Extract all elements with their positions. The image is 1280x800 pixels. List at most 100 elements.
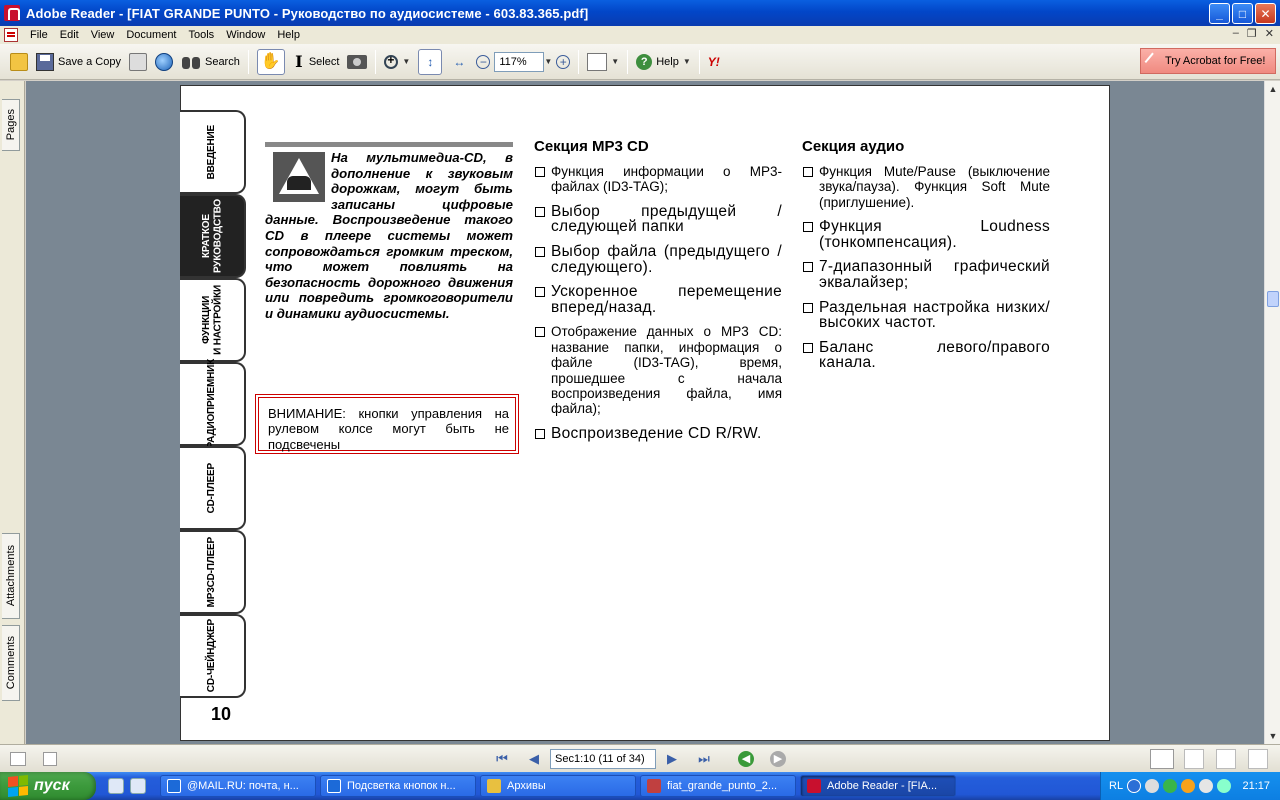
ie-icon <box>167 779 181 793</box>
document-icon <box>43 752 57 766</box>
single-page-icon <box>1150 749 1174 769</box>
pdf-document-icon[interactable] <box>4 28 18 42</box>
menu-window[interactable]: Window <box>220 29 271 41</box>
print-button[interactable] <box>125 48 151 76</box>
taskbar-item-archives[interactable]: Архивы <box>480 775 636 797</box>
help-button[interactable]: ? Help ▼ <box>632 48 695 76</box>
system-tray: RL 21:17 <box>1100 772 1280 800</box>
feather-icon <box>1144 52 1162 70</box>
first-page-button[interactable]: ⏮ <box>492 749 512 769</box>
vertical-scrollbar[interactable]: ▲ ▼ <box>1264 81 1280 744</box>
menu-tools[interactable]: Tools <box>183 29 221 41</box>
previous-page-button[interactable]: ◀ <box>524 749 544 769</box>
single-page-view-button[interactable] <box>1150 749 1174 769</box>
chapter-tab-radio: РАДИОПРИЕМНИК <box>180 359 246 449</box>
window-title: Adobe Reader - [FIAT GRANDE PUNTO - Руко… <box>26 5 589 21</box>
zoom-plus-icon: + <box>556 54 571 69</box>
taskbar-item-forum[interactable]: Подсветка кнопок н... <box>320 775 476 797</box>
start-button[interactable]: пуск <box>0 772 96 800</box>
facing-view-button[interactable] <box>1216 749 1236 769</box>
pages-tab-label: Pages <box>4 109 17 141</box>
menu-view[interactable]: View <box>85 29 121 41</box>
wifi-icon[interactable] <box>1217 779 1232 793</box>
menu-edit[interactable]: Edit <box>54 29 85 41</box>
tray-app-icon[interactable] <box>1145 779 1160 793</box>
maximize-button[interactable]: □ <box>1232 3 1253 24</box>
yahoo-icon: Y! <box>707 54 720 69</box>
tray-expand-icon[interactable] <box>1127 779 1142 793</box>
zoom-input[interactable] <box>494 51 545 72</box>
zoom-dropdown-icon[interactable]: ▼ <box>544 57 552 66</box>
windows-flag-icon <box>8 774 28 798</box>
toolbar-separator <box>578 49 580 74</box>
snapshot-button[interactable] <box>343 48 371 76</box>
language-indicator[interactable]: RL <box>1109 780 1123 792</box>
list-item: Функция Loudness (тонкомпенсация). <box>802 219 1050 250</box>
taskbar-item-mail[interactable]: @MAIL.RU: почта, н... <box>160 775 316 797</box>
try-acrobat-button[interactable]: Try Acrobat for Free! <box>1140 48 1276 74</box>
quick-launch <box>108 778 156 794</box>
save-disk-icon <box>36 52 54 71</box>
mp3-section: Секция MP3 CD Функция информации о МР3-ф… <box>534 138 782 450</box>
menu-document[interactable]: Document <box>120 29 182 41</box>
list-item: Выбор файла (предыдущего / следующего). <box>534 244 782 275</box>
menu-help[interactable]: Help <box>271 29 306 41</box>
forward-arrow-icon: ▶ <box>770 751 786 767</box>
mp3-feature-list: Функция информации о МР3-файлах (ID3-TAG… <box>534 164 782 441</box>
notice-text: ВНИМАНИЕ: кнопки управления на рулевом к… <box>258 397 516 452</box>
document-window-controls: – ❐ ✕ <box>1233 27 1274 40</box>
taskbar-item-adobe-reader[interactable]: Adobe Reader - [FIA... <box>800 775 956 797</box>
scroll-thumb[interactable] <box>1267 291 1279 307</box>
pdf-page: ВВЕДЕНИЕ КРАТКОЕ РУКОВОДСТВО ФУНКЦИИ И Н… <box>180 85 1110 741</box>
help-icon: ? <box>636 53 653 70</box>
attachments-tab-label: Attachments <box>4 545 17 607</box>
menu-file[interactable]: File <box>24 29 54 41</box>
scroll-down-icon[interactable]: ▼ <box>1267 730 1279 742</box>
desktop-icon[interactable] <box>130 778 146 794</box>
page-number-field[interactable] <box>550 749 656 769</box>
scroll-up-icon[interactable]: ▲ <box>1267 83 1279 95</box>
select-tool-button[interactable]: I Select <box>289 48 344 76</box>
hand-tool-button[interactable]: ✋ <box>253 48 289 76</box>
clock: 21:17 <box>1242 780 1270 792</box>
mail-agent-icon[interactable] <box>1181 779 1196 793</box>
pages-tab[interactable]: Pages <box>2 99 20 151</box>
yahoo-button[interactable]: Y! <box>704 48 744 76</box>
status-options-button[interactable] <box>40 749 60 769</box>
zoom-in-tool-button[interactable]: ▼ <box>380 48 414 76</box>
chevron-down-icon: ▼ <box>402 57 411 66</box>
open-button[interactable] <box>6 48 32 76</box>
last-page-button[interactable]: ⏭ <box>694 749 714 769</box>
folder-icon <box>487 779 501 793</box>
media-player-icon[interactable] <box>108 778 124 794</box>
save-copy-button[interactable]: Save a Copy <box>32 48 125 76</box>
page-layout-button[interactable]: ▼ <box>583 48 623 76</box>
network-icon[interactable] <box>1199 779 1214 793</box>
fit-width-button[interactable]: ↔ <box>446 48 472 76</box>
taskbar-item-archive-file[interactable]: fiat_grande_punto_2... <box>640 775 796 797</box>
open-folder-icon <box>10 52 28 71</box>
previous-view-button[interactable]: ◀ <box>738 749 754 769</box>
doc-restore-button[interactable]: ❐ <box>1247 27 1257 40</box>
close-button[interactable]: ✕ <box>1255 3 1276 24</box>
doc-close-button[interactable]: ✕ <box>1265 27 1274 40</box>
icq-icon[interactable] <box>1163 779 1178 793</box>
comments-tab[interactable]: Comments <box>2 625 20 701</box>
zoom-out-icon: − <box>476 54 491 69</box>
hand-icon: ✋ <box>256 48 285 75</box>
zoom-out-button[interactable]: − <box>472 48 494 76</box>
continuous-view-button[interactable] <box>1184 749 1204 769</box>
doc-minimize-button[interactable]: – <box>1233 27 1239 40</box>
attachments-tab[interactable]: Attachments <box>2 533 20 619</box>
page-number: 10 <box>211 704 232 724</box>
minimize-button[interactable]: _ <box>1209 3 1230 24</box>
search-button[interactable]: Search <box>177 48 244 76</box>
fit-page-button[interactable]: ↕ <box>414 48 446 76</box>
panel-toggle-button[interactable] <box>8 749 28 769</box>
continuous-facing-view-button[interactable] <box>1248 749 1268 769</box>
next-view-button[interactable]: ▶ <box>770 749 786 769</box>
toolbar-separator <box>375 49 377 74</box>
zoom-plus-button[interactable]: + <box>552 48 574 76</box>
next-page-button[interactable]: ▶ <box>662 749 682 769</box>
email-button[interactable] <box>151 48 177 76</box>
